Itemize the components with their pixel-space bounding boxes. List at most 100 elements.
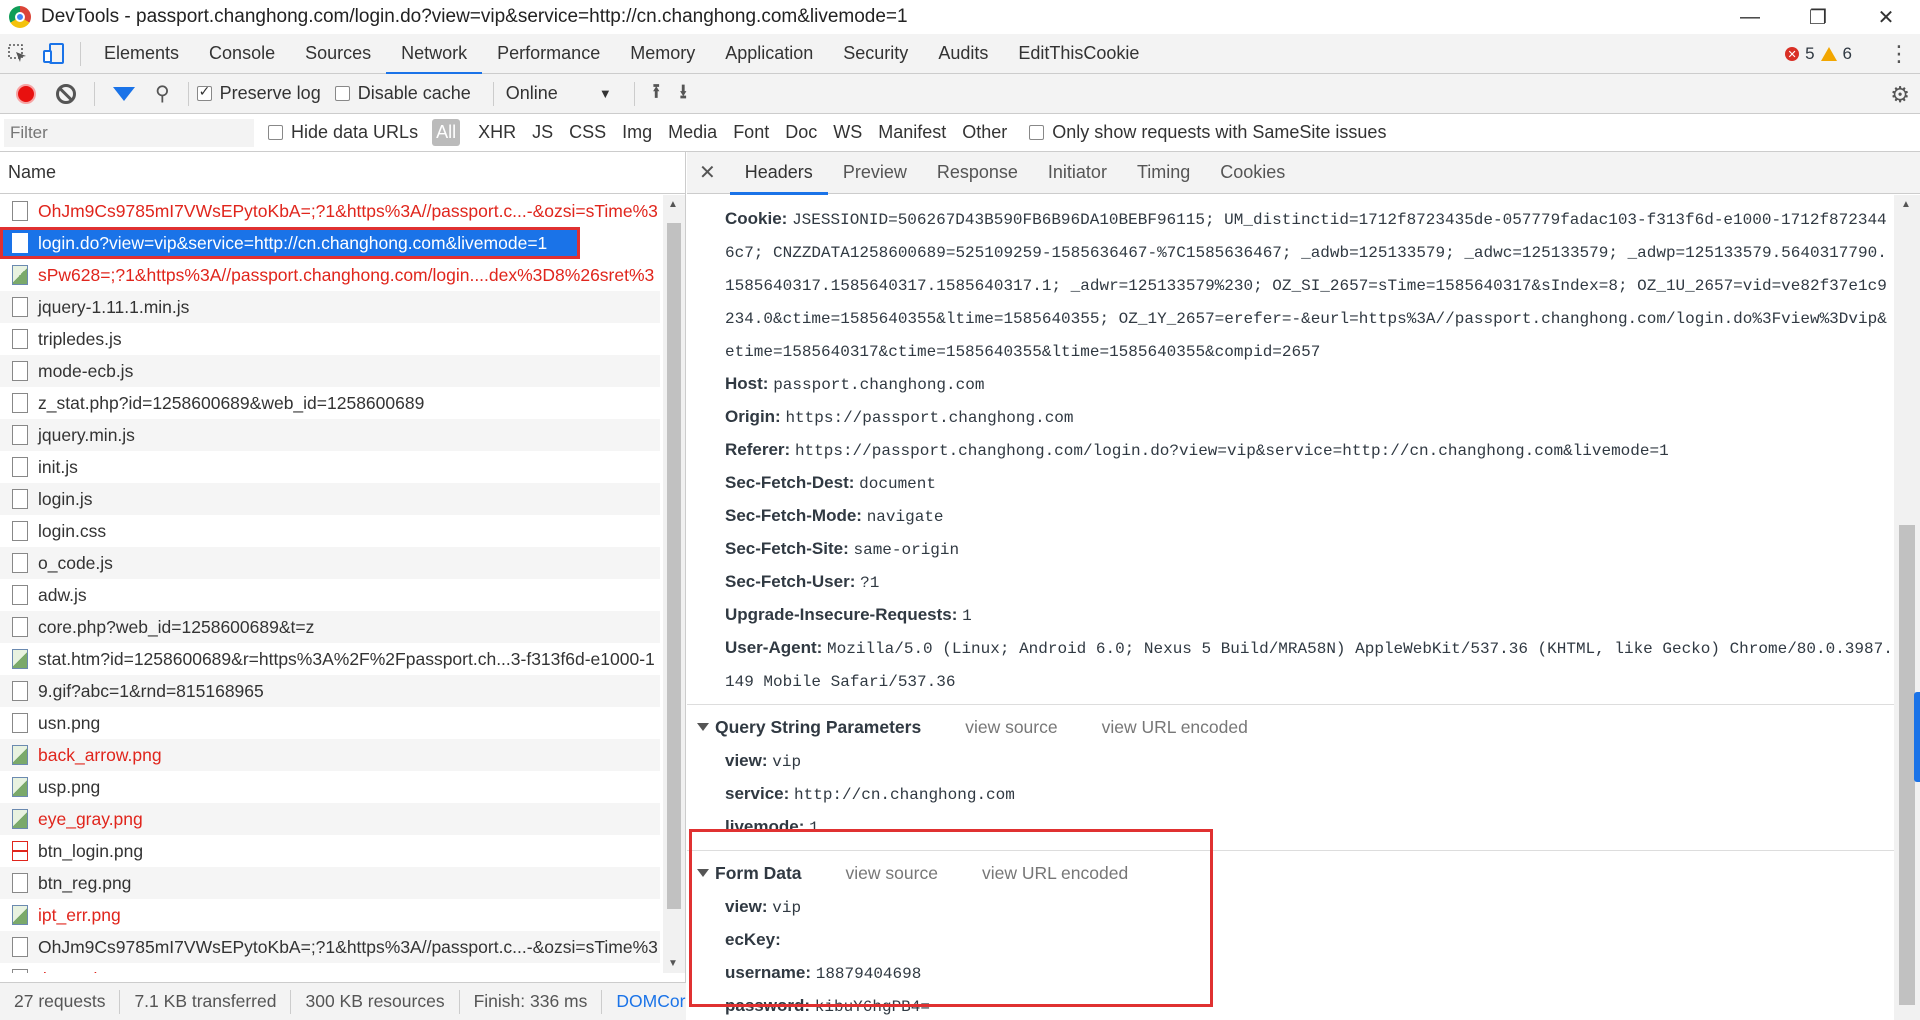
form-view-source-link[interactable]: view source	[846, 863, 938, 884]
request-row[interactable]: OhJm9Cs9785mI7VWsEPytoKbA=;?1&https%3A//…	[0, 931, 660, 963]
detail-tab-cookies[interactable]: Cookies	[1205, 152, 1300, 194]
request-row[interactable]: btn_reg.png	[0, 867, 660, 899]
request-row[interactable]: login.js	[0, 483, 660, 515]
request-row[interactable]: usn.png	[0, 707, 660, 739]
close-icon[interactable]: ✕	[699, 160, 716, 185]
tab-memory[interactable]: Memory	[615, 34, 710, 74]
side-panel-handle[interactable]	[1914, 692, 1920, 782]
request-row[interactable]: z_stat.php?id=1258600689&web_id=12586006…	[0, 387, 660, 419]
request-row[interactable]: mode-ecb.js	[0, 355, 660, 387]
type-filter-media[interactable]: Media	[660, 122, 725, 143]
issue-counts[interactable]: ✕ 5 6 ⋮	[1785, 34, 1910, 74]
request-row[interactable]: three_dots.png	[0, 963, 660, 973]
type-filter-font[interactable]: Font	[725, 122, 777, 143]
request-row[interactable]: jquery.min.js	[0, 419, 660, 451]
filter-input[interactable]	[4, 118, 254, 147]
tab-elements[interactable]: Elements	[89, 34, 194, 74]
detail-tab-response[interactable]: Response	[922, 152, 1033, 194]
request-row[interactable]: init.js	[0, 451, 660, 483]
samesite-checkbox[interactable]	[1029, 125, 1045, 140]
scroll-up-icon[interactable]: ▲	[1901, 199, 1911, 210]
more-options-icon[interactable]: ⋮	[1888, 41, 1910, 67]
request-row[interactable]: login.css	[0, 515, 660, 547]
request-row[interactable]: login.do?view=vip&service=http://cn.chan…	[0, 227, 580, 259]
field-key: Upgrade-Insecure-Requests:	[725, 605, 958, 624]
name-column-header[interactable]: Name	[0, 152, 685, 194]
scroll-thumb[interactable]	[1899, 525, 1915, 1005]
hide-data-urls-toggle[interactable]: Hide data URLs	[268, 122, 418, 143]
close-icon[interactable]: ✕	[1852, 0, 1920, 34]
request-row[interactable]: jquery-1.11.1.min.js	[0, 291, 660, 323]
request-row[interactable]: sPw628=;?1&https%3A//passport.changhong.…	[0, 259, 660, 291]
scroll-up-icon[interactable]: ▲	[668, 199, 678, 210]
type-filter-other[interactable]: Other	[954, 122, 1015, 143]
scroll-down-icon[interactable]: ▼	[668, 958, 678, 969]
clear-icon[interactable]	[56, 83, 76, 104]
detail-scrollbar[interactable]: ▲	[1894, 195, 1920, 1020]
request-row[interactable]: tripledes.js	[0, 323, 660, 355]
type-filter-css[interactable]: CSS	[561, 122, 614, 143]
detail-tab-headers[interactable]: Headers	[729, 152, 828, 195]
request-row[interactable]: btn_login.png	[0, 835, 660, 867]
disable-cache-toggle[interactable]: Disable cache	[334, 83, 471, 104]
tab-performance[interactable]: Performance	[482, 34, 615, 74]
gear-icon[interactable]: ⚙	[1890, 82, 1910, 108]
type-filter-js[interactable]: JS	[524, 122, 561, 143]
scroll-thumb[interactable]	[667, 223, 681, 909]
tab-security[interactable]: Security	[828, 34, 923, 74]
preserve-log-toggle[interactable]: Preserve log	[196, 83, 321, 104]
request-row[interactable]: ipt_err.png	[0, 899, 660, 931]
type-filter-xhr[interactable]: XHR	[470, 122, 524, 143]
request-row[interactable]: 9.gif?abc=1&rnd=815168965	[0, 675, 660, 707]
detail-tab-initiator[interactable]: Initiator	[1033, 152, 1122, 194]
record-button[interactable]	[16, 83, 36, 104]
request-list-scrollbar[interactable]: ▲ ▼	[663, 195, 685, 973]
request-row[interactable]: usp.png	[0, 771, 660, 803]
request-row[interactable]: back_arrow.png	[0, 739, 660, 771]
preserve-log-checkbox[interactable]	[196, 83, 212, 101]
form-data-header[interactable]: Form Data view source view URL encoded	[687, 855, 1894, 891]
type-filter-img[interactable]: Img	[614, 122, 660, 143]
tab-audits[interactable]: Audits	[923, 34, 1003, 74]
import-har-icon[interactable]: ⭱	[653, 77, 660, 111]
tab-sources[interactable]: Sources	[290, 34, 386, 74]
type-filter-doc[interactable]: Doc	[777, 122, 825, 143]
devtools-tabbar: Elements Console Sources Network Performance…	[0, 34, 1920, 75]
type-filter-all[interactable]: All	[432, 119, 461, 146]
field-key: service:	[725, 784, 790, 803]
error-icon: ✕	[1785, 47, 1800, 61]
expand-triangle-icon[interactable]	[697, 723, 709, 731]
request-row[interactable]: eye_gray.png	[0, 803, 660, 835]
detail-tab-preview[interactable]: Preview	[828, 152, 922, 194]
request-row[interactable]: core.php?web_id=1258600689&t=z	[0, 611, 660, 643]
minimize-icon[interactable]: —	[1716, 0, 1784, 34]
inspect-element-icon[interactable]	[0, 34, 36, 74]
query-view-source-link[interactable]: view source	[965, 717, 1057, 738]
filter-icon[interactable]	[113, 86, 135, 101]
restore-icon[interactable]: ❐	[1784, 0, 1852, 34]
export-har-icon[interactable]: ⭳	[680, 77, 687, 111]
request-row[interactable]: adw.js	[0, 579, 660, 611]
tab-console[interactable]: Console	[194, 34, 290, 74]
type-filter-manifest[interactable]: Manifest	[870, 122, 954, 143]
tab-editthiscookie[interactable]: EditThisCookie	[1003, 34, 1154, 74]
request-name: usp.png	[38, 776, 101, 797]
expand-triangle-icon[interactable]	[697, 869, 709, 877]
throttling-select[interactable]: Online ▼	[502, 83, 612, 104]
query-string-header[interactable]: Query String Parameters view source view…	[687, 709, 1894, 745]
form-view-url-encoded-link[interactable]: view URL encoded	[982, 863, 1128, 884]
tab-application[interactable]: Application	[710, 34, 828, 74]
samesite-toggle[interactable]: Only show requests with SameSite issues	[1029, 122, 1386, 143]
detail-tab-timing[interactable]: Timing	[1122, 152, 1205, 194]
disable-cache-checkbox[interactable]	[334, 86, 350, 101]
search-icon[interactable]: ⚲	[155, 81, 170, 106]
tab-network[interactable]: Network	[386, 34, 483, 75]
query-view-url-encoded-link[interactable]: view URL encoded	[1102, 717, 1248, 738]
hide-data-urls-checkbox[interactable]	[268, 125, 283, 140]
request-row[interactable]: stat.htm?id=1258600689&r=https%3A%2F%2Fp…	[0, 643, 660, 675]
type-filter-ws[interactable]: WS	[825, 122, 870, 143]
header-row: Sec-Fetch-Mode: navigate	[687, 500, 1894, 533]
device-toolbar-icon[interactable]	[36, 34, 72, 74]
request-row[interactable]: o_code.js	[0, 547, 660, 579]
request-row[interactable]: OhJm9Cs9785mI7VWsEPytoKbA=;?1&https%3A//…	[0, 195, 660, 227]
